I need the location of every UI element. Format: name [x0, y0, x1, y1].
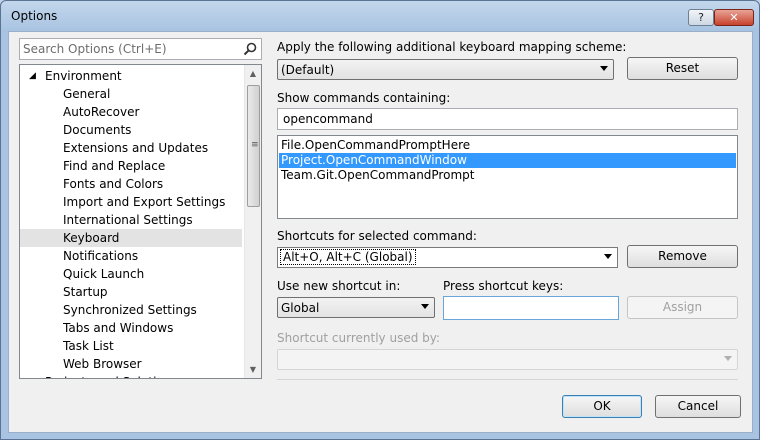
- list-item[interactable]: File.OpenCommandPromptHere: [279, 138, 736, 153]
- window-title: Options: [11, 9, 58, 23]
- tree-item-label: Extensions and Updates: [63, 141, 209, 155]
- press-shortcut-keys-label: Press shortcut keys:: [443, 279, 564, 293]
- tree-item-label: Projects and Solutions: [45, 373, 178, 378]
- dropdown-arrow-icon: [604, 254, 612, 259]
- scroll-thumb[interactable]: ≡: [247, 85, 260, 207]
- mapping-scheme-label: Apply the following additional keyboard …: [277, 40, 627, 54]
- separator: [277, 379, 738, 380]
- assign-button[interactable]: Assign: [627, 296, 738, 319]
- tree-item-label: Synchronized Settings: [63, 303, 197, 317]
- tree-item-label: General: [63, 87, 111, 101]
- search-input[interactable]: [20, 39, 238, 59]
- tree-item-environment[interactable]: ◢ Environment: [20, 67, 242, 85]
- tree-item[interactable]: Documents: [20, 121, 242, 139]
- shortcut-keys-input[interactable]: [444, 297, 618, 317]
- commands-filter-box[interactable]: [277, 108, 738, 130]
- tree-item[interactable]: Notifications: [20, 247, 242, 265]
- tree-item-label: Documents: [63, 123, 132, 137]
- use-shortcut-in-label: Use new shortcut in:: [277, 279, 401, 293]
- tree-scrollbar[interactable]: ▲ ≡ ▼: [244, 65, 261, 378]
- scroll-down-arrow-icon[interactable]: ▼: [245, 361, 261, 378]
- shortcuts-value: Alt+O, Alt+C (Global): [280, 249, 416, 265]
- search-box[interactable]: [19, 38, 262, 60]
- list-item[interactable]: Project.OpenCommandWindow: [279, 153, 736, 168]
- tree-item[interactable]: Fonts and Colors: [20, 175, 242, 193]
- tree-item-label: Environment: [45, 69, 122, 83]
- scroll-up-arrow-icon[interactable]: ▲: [245, 65, 261, 82]
- tree-item-label: Web Browser: [63, 357, 142, 371]
- options-window: Options ? ✕ ◢ Environment General AutoRec…: [0, 0, 760, 440]
- tree-item-label: AutoRecover: [63, 105, 140, 119]
- mapping-scheme-select[interactable]: (Default): [277, 59, 614, 80]
- tree-item-label: Keyboard: [63, 231, 120, 245]
- tree-item[interactable]: Import and Export Settings: [20, 193, 242, 211]
- commands-list[interactable]: File.OpenCommandPromptHere Project.OpenCo…: [277, 135, 738, 219]
- tree-item-label: Quick Launch: [63, 267, 145, 281]
- tree-item[interactable]: Synchronized Settings: [20, 301, 242, 319]
- tree-item[interactable]: General: [20, 85, 242, 103]
- expand-arrow-icon[interactable]: ▷: [29, 373, 36, 378]
- ok-button[interactable]: OK: [562, 395, 642, 418]
- tree-item-label: Fonts and Colors: [63, 177, 164, 191]
- tree-content: ◢ Environment General AutoRecover Document…: [20, 65, 242, 378]
- shortcuts-label: Shortcuts for selected command:: [277, 229, 477, 243]
- tree-item[interactable]: Extensions and Updates: [20, 139, 242, 157]
- grip-icon: ≡: [251, 140, 259, 150]
- tree-item-label: Find and Replace: [63, 159, 166, 173]
- tree-item[interactable]: Web Browser: [20, 355, 242, 373]
- shortcuts-select[interactable]: Alt+O, Alt+C (Global): [277, 247, 618, 268]
- dropdown-arrow-icon: [421, 304, 429, 309]
- tree-item[interactable]: AutoRecover: [20, 103, 242, 121]
- use-shortcut-in-value: Global: [281, 301, 320, 315]
- shortcut-used-by-label: Shortcut currently used by:: [277, 331, 441, 345]
- tree-item[interactable]: Find and Replace: [20, 157, 242, 175]
- tree-item-label: Startup: [63, 285, 108, 299]
- options-tree[interactable]: ◢ Environment General AutoRecover Document…: [19, 64, 262, 379]
- collapse-arrow-icon[interactable]: ◢: [29, 67, 36, 85]
- tree-item[interactable]: Keyboard: [20, 229, 242, 247]
- shortcut-keys-box[interactable]: [443, 296, 619, 320]
- tree-item-label: Notifications: [63, 249, 139, 263]
- mapping-scheme-value: (Default): [281, 63, 335, 77]
- tree-item[interactable]: International Settings: [20, 211, 242, 229]
- close-button[interactable]: ✕: [714, 9, 754, 26]
- use-shortcut-in-select[interactable]: Global: [277, 297, 435, 318]
- tree-item[interactable]: Task List: [20, 337, 242, 355]
- dropdown-arrow-icon: [600, 66, 608, 71]
- shortcut-used-by-select[interactable]: [277, 349, 738, 370]
- remove-button[interactable]: Remove: [627, 245, 738, 268]
- list-item[interactable]: Team.Git.OpenCommandPrompt: [279, 168, 736, 183]
- help-button[interactable]: ?: [688, 9, 714, 26]
- tree-item-projects-and-solutions[interactable]: ▷ Projects and Solutions: [20, 373, 242, 378]
- tree-item[interactable]: Tabs and Windows: [20, 319, 242, 337]
- show-commands-label: Show commands containing:: [277, 91, 451, 105]
- tree-item-label: Task List: [63, 339, 114, 353]
- commands-filter-input[interactable]: [278, 109, 737, 129]
- tree-item[interactable]: Startup: [20, 283, 242, 301]
- tree-item[interactable]: Quick Launch: [20, 265, 242, 283]
- title-bar[interactable]: Options ? ✕: [1, 1, 759, 31]
- magnifier-icon[interactable]: [242, 41, 258, 57]
- tree-item-label: Tabs and Windows: [63, 321, 174, 335]
- tree-item-label: International Settings: [63, 213, 193, 227]
- dropdown-arrow-icon: [724, 356, 732, 361]
- dialog-client: ◢ Environment General AutoRecover Document…: [8, 31, 753, 433]
- reset-button[interactable]: Reset: [627, 57, 738, 80]
- cancel-button[interactable]: Cancel: [655, 395, 741, 418]
- tree-item-label: Import and Export Settings: [63, 195, 226, 209]
